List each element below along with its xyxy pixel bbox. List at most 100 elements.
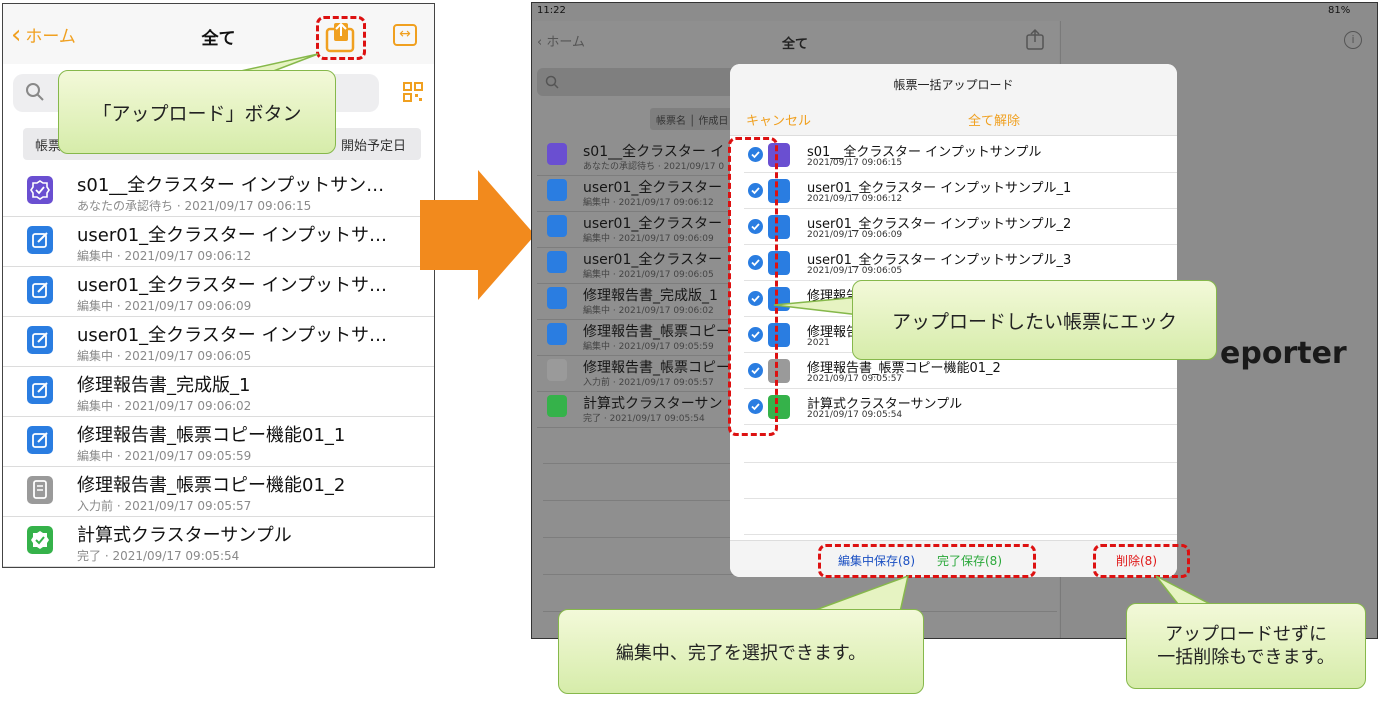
list-item[interactable]: s01__全クラスター インプットサン… あなたの承認待ち · 2021/09/… <box>3 167 434 217</box>
form-title: 修理報告書_完成版_1 <box>583 288 718 304</box>
callout-line-2: 一括削除もできます。 <box>1157 647 1335 668</box>
save-buttons-highlight <box>818 544 1036 578</box>
upload-row[interactable]: user01_全クラスター インプットサンプル_3 2021/09/17 09:… <box>744 245 1177 281</box>
status-battery: 81% <box>1328 5 1351 16</box>
form-title: s01__全クラスター インプットサン… <box>77 175 385 196</box>
callout-upload-button: 「アップロード」ボタン <box>58 70 336 154</box>
ipad-search-icon <box>545 74 559 89</box>
list-item[interactable]: 計算式クラスターサンプル 完了 · 2021/09/17 09:05:54 <box>3 517 434 567</box>
upload-row[interactable]: 計算式クラスターサンプル 2021/09/17 09:05:54 <box>744 389 1177 425</box>
qr-code-icon[interactable] <box>403 82 423 102</box>
form-title: user01_全クラスター <box>583 252 723 268</box>
list-item[interactable]: 修理報告書_帳票コピー機能01_2 入力前 · 2021/09/17 09:05… <box>3 467 434 517</box>
form-meta: 完了 · 2021/09/17 09:05:54 <box>77 549 240 563</box>
list-item[interactable]: 修理報告書_完成版_1 編集中 · 2021/09/17 09:06:02 <box>3 367 434 417</box>
approval-icon <box>27 176 53 204</box>
form-meta: 入力前 · 2021/09/17 09:05:57 <box>583 378 714 388</box>
status-time: 11:22 <box>537 5 566 16</box>
list-item[interactable]: 修理報告書_帳票コピー機能01_1 編集中 · 2021/09/17 09:05… <box>3 417 434 467</box>
ipad-page-title: 全て <box>782 37 809 52</box>
form-title: 修理報告書_完成版_1 <box>77 375 251 396</box>
callout-line-1: アップロードせずに <box>1165 623 1327 645</box>
upload-row[interactable]: s01__全クラスター インプットサンプル 2021/09/17 09:06:1… <box>744 137 1177 173</box>
edit-icon <box>547 215 567 237</box>
clear-all-button[interactable]: 全て解除 <box>968 110 1020 129</box>
form-title: user01_全クラスター インプットサ… <box>77 225 387 246</box>
cancel-button[interactable]: キャンセル <box>746 110 811 129</box>
form-title: 修理報告書_帳票コピー機能01_1 <box>77 425 346 446</box>
form-meta: 入力前 · 2021/09/17 09:05:57 <box>77 499 252 513</box>
form-title: user01_全クラスター インプットサ… <box>77 325 387 346</box>
callout-tail <box>773 296 861 316</box>
form-date: 2021/09/17 09:05:57 <box>807 374 903 384</box>
form-meta: 編集中 · 2021/09/17 09:06:12 <box>77 249 252 263</box>
edit-icon <box>547 323 567 345</box>
info-icon[interactable]: i <box>1344 31 1362 49</box>
form-date: 2021/09/17 09:06:05 <box>807 266 903 276</box>
callout-check-forms: アップロードしたい帳票にエック <box>852 280 1217 360</box>
modal-title: 帳票一括アップロード <box>893 78 1014 92</box>
list-item[interactable]: user01_全クラスター インプットサ… 編集中 · 2021/09/17 0… <box>3 217 434 267</box>
form-meta: 編集中 · 2021/09/17 09:05:59 <box>583 342 714 352</box>
page-title: 全て <box>201 29 236 49</box>
app-logo-text: eporter <box>1220 336 1347 371</box>
checkbox-column-highlight <box>728 137 778 436</box>
form-title: user01_全クラスター <box>583 216 723 232</box>
edit-icon <box>547 287 567 309</box>
delete-button-highlight <box>1093 544 1190 578</box>
form-meta: 完了 · 2021/09/17 09:05:54 <box>583 414 705 424</box>
upload-row[interactable]: user01_全クラスター インプットサンプル_2 2021/09/17 09:… <box>744 209 1177 245</box>
form-date: 2021/09/17 09:06:09 <box>807 230 903 240</box>
form-meta: 編集中 · 2021/09/17 09:06:02 <box>77 399 252 413</box>
form-title: 計算式クラスターサンプル <box>77 525 292 546</box>
upload-row[interactable]: user01_全クラスター インプットサンプル_1 2021/09/17 09:… <box>744 173 1177 209</box>
callout-tail <box>809 574 910 613</box>
sort-start-date[interactable]: 開始予定日 <box>341 135 406 154</box>
list-item[interactable]: user01_全クラスター インプットサ… 編集中 · 2021/09/17 0… <box>3 317 434 367</box>
form-title: 修理報告書_帳票コピー <box>583 324 730 340</box>
ipad-sort-bar[interactable]: 帳票名 │ 作成日 <box>650 108 735 130</box>
callout-tail <box>1155 575 1211 605</box>
form-title: s01__全クラスター イ <box>583 144 725 160</box>
form-meta: あなたの承認待ち · 2021/09/17 09:06:15 <box>77 199 312 213</box>
form-title: user01_全クラスター インプットサ… <box>77 275 387 296</box>
form-title: user01_全クラスター <box>583 180 723 196</box>
expand-icon[interactable]: ↔ <box>393 24 417 46</box>
edit-icon <box>27 276 53 304</box>
form-meta: 編集中 · 2021/09/17 09:06:09 <box>583 234 714 244</box>
document-icon <box>27 476 53 504</box>
search-icon <box>25 82 45 102</box>
ipad-upload-icon[interactable] <box>1024 28 1046 50</box>
form-title: 計算式クラスターサン <box>583 396 723 412</box>
form-meta: 編集中 · 2021/09/17 09:06:05 <box>583 270 714 280</box>
arrow-right-icon <box>420 170 535 300</box>
edit-icon <box>27 426 53 454</box>
form-date: 2021/09/17 09:05:54 <box>807 410 903 420</box>
callout-bulk-delete: アップロードせずに 一括削除もできます。 <box>1126 603 1366 689</box>
approval-icon <box>547 143 567 165</box>
form-date: 2021/09/17 09:06:15 <box>807 158 903 168</box>
form-meta: あなたの承認待ち · 2021/09/17 0 <box>583 162 725 172</box>
edit-icon <box>547 179 567 201</box>
form-meta: 編集中 · 2021/09/17 09:06:05 <box>77 349 252 363</box>
edit-icon <box>27 326 53 354</box>
form-date: 2021/09/17 09:06:12 <box>807 194 903 204</box>
form-title: 修理報告書_帳票コピー機能01_2 <box>77 475 346 496</box>
divider <box>744 462 1177 463</box>
form-meta: 編集中 · 2021/09/17 09:05:59 <box>77 449 252 463</box>
callout-select-status: 編集中、完了を選択できます。 <box>558 609 924 694</box>
edit-icon <box>27 226 53 254</box>
ipad-back-label: ホーム <box>546 35 585 50</box>
form-date: 2021 <box>807 338 830 348</box>
form-title: 修理報告書_帳票コピー <box>583 360 730 376</box>
divider <box>744 534 1177 535</box>
form-meta: 編集中 · 2021/09/17 09:06:12 <box>583 198 714 208</box>
form-meta: 編集中 · 2021/09/17 09:06:09 <box>77 299 252 313</box>
list-item[interactable]: user01_全クラスター インプットサ… 編集中 · 2021/09/17 0… <box>3 267 434 317</box>
complete-icon <box>27 526 53 554</box>
form-meta: 編集中 · 2021/09/17 09:06:02 <box>583 306 714 316</box>
edit-icon <box>27 376 53 404</box>
ipad-back-button[interactable]: ‹ ホーム <box>537 31 585 50</box>
edit-icon <box>547 251 567 273</box>
document-icon <box>547 359 567 381</box>
